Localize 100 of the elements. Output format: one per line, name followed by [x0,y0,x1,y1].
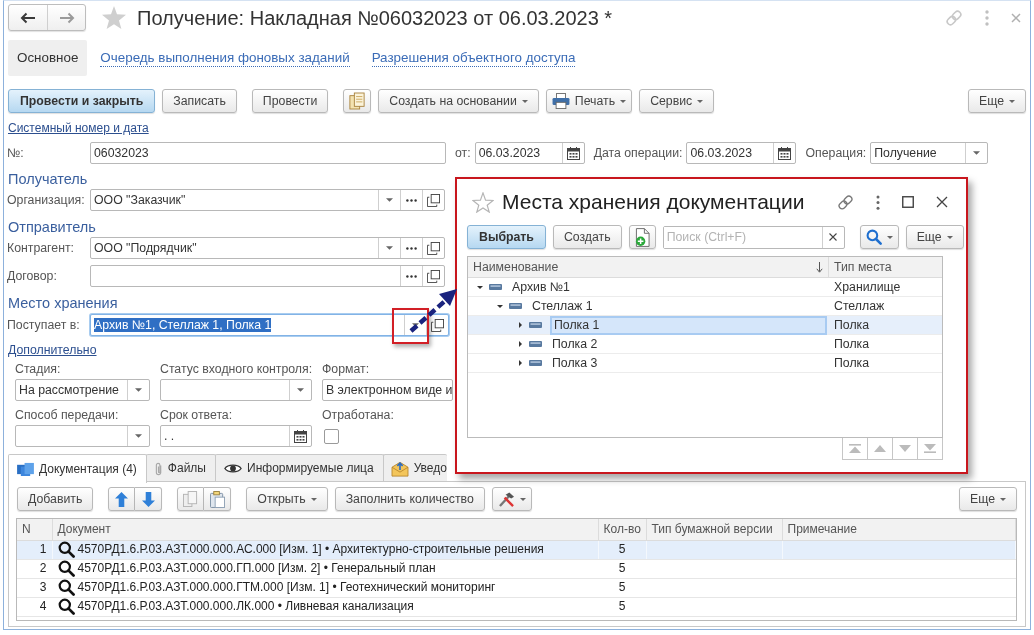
bar-icon [529,341,542,347]
bar-icon [529,360,542,366]
table-cell: 3 [17,578,52,597]
save-button[interactable]: Записать [162,89,237,113]
triangle-down-icon[interactable] [497,304,503,308]
tree-row[interactable]: Архив №1 Хранилище [468,278,942,297]
bar-icon [489,284,502,290]
bar-icon [529,322,542,328]
field-label: Дата операции: [593,145,683,161]
star-icon[interactable] [102,6,126,29]
caret-icon [310,497,317,501]
ellipsis-icon [406,198,417,202]
column-header[interactable]: Примечание [782,519,1016,540]
tab[interactable]: Уведо [382,454,447,482]
column-header[interactable]: Наименование [473,259,559,275]
arrow-up-icon [115,491,129,507]
tools-button[interactable] [491,487,532,511]
tab[interactable]: Файлы [145,454,216,482]
calendar-icon [566,146,580,160]
search-icon[interactable] [57,541,75,558]
open-button[interactable]: Открыть [246,487,328,511]
search-icon[interactable] [57,560,75,577]
bar-icon [509,303,522,309]
select-field[interactable]: На рассмотрение [15,379,150,401]
triangle-down-icon[interactable] [477,285,483,289]
add-button[interactable]: Добавить [17,487,94,511]
search-button[interactable] [859,225,899,249]
clipboard-icon [209,490,225,508]
tab[interactable]: Документация (4) [8,454,147,483]
post-button[interactable]: Провести [251,89,329,113]
tree-row[interactable]: Полка 3 Полка [468,354,942,373]
tree-row[interactable]: Полка 1 Полка [468,316,942,335]
tab[interactable]: Основное [8,40,88,76]
number-field[interactable]: 06032023 [90,142,446,164]
input-field[interactable] [90,265,445,287]
triangle-right-icon[interactable] [518,322,522,328]
column-header[interactable]: Кол-во [598,519,646,540]
column-header[interactable]: Тип бумажной версии [646,519,782,540]
link[interactable]: Дополнительно [8,343,97,357]
caret-icon [135,388,142,392]
create-button[interactable]: Создать [552,225,622,249]
document-name: 4570РД1.6.Р.03.АЗТ.000.000.ЛК.000 • Ливневая канализация [77,599,414,614]
table-row[interactable]: 2 4570РД1.6.Р.03.АЗТ.000.000.ГП.000 [Изм. 2] • Генеральный план 5 [17,559,1016,578]
caret-icon [297,388,304,392]
triangle-right-icon[interactable] [518,360,522,366]
more-icon[interactable] [876,194,880,210]
tree-cell-text: Полка 3 [551,355,599,371]
field-label: Статус входного контроля: [160,362,313,376]
tree-cell-text: Хранилище [833,279,901,295]
select-button[interactable]: Выбрать [467,225,546,249]
link[interactable]: Разрешения объектного доступа [371,49,576,67]
post-and-close-button[interactable]: Провести и закрыть [8,89,156,113]
table-row[interactable]: 4 4570РД1.6.Р.03.АЗТ.000.000.ЛК.000 • Ливневая канализация 5 [17,597,1016,616]
more-button[interactable]: Еще [905,225,964,249]
add-document-button[interactable] [628,225,656,249]
tools-icon [497,491,515,507]
more-button[interactable]: Еще [967,89,1026,113]
table-row[interactable]: 3 4570РД1.6.Р.03.АЗТ.000.000.ГТМ.000 [Изм. 1] • Геотехнический мониторинг 5 [17,578,1016,597]
service-button[interactable]: Сервис [639,89,715,113]
checkbox[interactable] [324,429,339,444]
select-field[interactable]: Получение [870,142,989,164]
more-button[interactable]: Еще [958,487,1017,511]
select-field[interactable] [15,425,150,447]
tree-row[interactable]: Полка 2 Полка [468,335,942,354]
fill-quantity-button[interactable]: Заполнить количество [334,487,485,511]
create-based-on-button[interactable]: Создать на основании [378,89,539,113]
triangle-right-icon[interactable] [518,341,522,347]
input-field[interactable]: В электронном виде и [322,379,453,401]
link-icon[interactable] [837,193,854,211]
date-field[interactable]: 06.03.2023 [686,142,797,164]
caret-icon [973,151,981,155]
field-label: Способ передачи: [15,408,119,422]
link[interactable]: Очередь выполнения фоновых заданий [100,49,350,67]
search-icon[interactable] [57,598,75,615]
triangle-down-icon [899,445,911,452]
link[interactable]: Системный номер и дата [8,121,149,135]
tree-cell-text: Архив №1 [511,279,571,295]
column-header[interactable]: Документ [52,519,598,540]
tab[interactable]: Информируемые лица [215,454,384,482]
select-field[interactable]: ООО "Подрядчик" [90,237,445,259]
search-icon[interactable] [57,579,75,596]
select-field[interactable]: Архив №1, Стеллаж 1, Полка 1 [90,314,449,336]
column-header[interactable]: Тип места [834,259,892,275]
copy-button[interactable] [343,89,372,113]
star-icon[interactable] [472,191,494,213]
select-field[interactable]: ООО "Заказчик" [90,189,445,211]
ellipsis-icon [406,246,417,250]
close-icon[interactable] [936,196,948,208]
move-down-button[interactable] [135,487,163,511]
field-label: Договор: [7,268,58,284]
print-button[interactable]: Печать [545,89,633,113]
date-field[interactable]: . . [160,425,312,447]
caret-icon [697,99,704,103]
search-field[interactable]: Поиск (Ctrl+F) [662,225,845,249]
column-header[interactable]: N [17,519,52,540]
date-field[interactable]: 06.03.2023 [474,142,585,164]
select-field[interactable] [160,379,312,401]
move-up-button[interactable] [108,487,136,511]
maximize-icon[interactable] [902,196,914,208]
paste-button[interactable] [204,487,232,511]
